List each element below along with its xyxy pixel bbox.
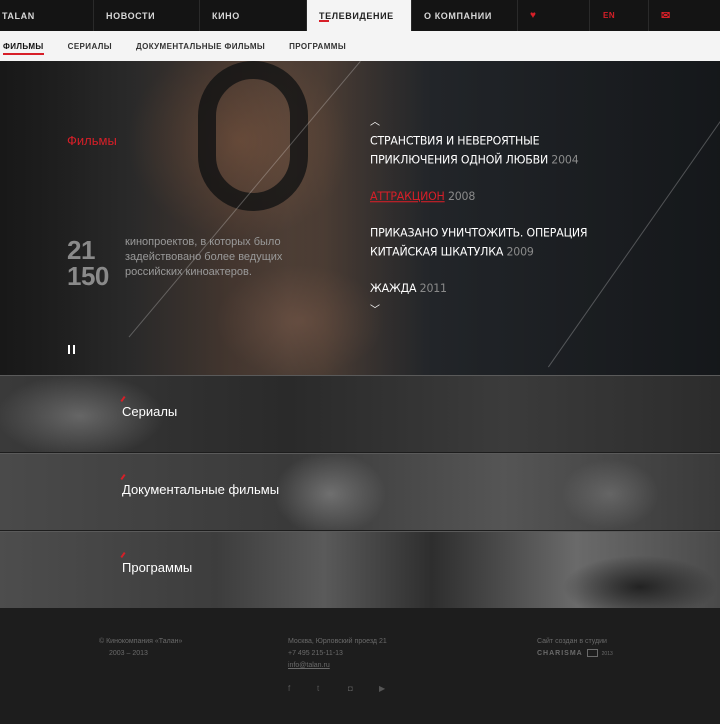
footer-contacts: Москва, Юрловский проезд 21 +7 495 215-1…: [288, 636, 387, 672]
film-list: СТРАНСТВИЯ И НЕВЕРОЯТНЫЕ ПРИКЛЮЧЕНИЯ ОДН…: [370, 133, 610, 317]
band-programs[interactable]: Программы: [0, 531, 720, 608]
logo[interactable]: TALAN: [0, 0, 94, 31]
tab-documentaries[interactable]: ДОКУМЕНТАЛЬНЫЕ ФИЛЬМЫ: [136, 42, 265, 51]
heart-icon: ♥: [530, 10, 537, 21]
scroll-down-icon[interactable]: ﹀: [370, 301, 380, 316]
address: Москва, Юрловский проезд 21: [288, 638, 387, 645]
band-background: [0, 454, 720, 530]
band-label: Программы: [122, 560, 193, 575]
section-title: Фильмы: [67, 133, 117, 148]
film-item[interactable]: ПРИКАЗАНО УНИЧТОЖИТЬ. ОПЕРАЦИЯ КИТАЙСКАЯ…: [370, 224, 610, 262]
top-navigation: TALAN НОВОСТИ КИНО ТЕЛЕВИДЕНИЕ О КОМПАНИ…: [0, 0, 720, 31]
language-switch[interactable]: EN: [590, 0, 649, 31]
footer-studio: Сайт создан в студии CHARISMA 2013: [537, 636, 613, 660]
band-background: [0, 376, 720, 452]
footer: © Кинокомпания «Талан» 2003 – 2013 Москв…: [0, 608, 720, 724]
stat-actors: 150: [67, 261, 109, 291]
film-item[interactable]: СТРАНСТВИЯ И НЕВЕРОЯТНЫЕ ПРИКЛЮЧЕНИЯ ОДН…: [370, 132, 610, 170]
band-label: Документальные фильмы: [122, 482, 280, 497]
footer-copyright: © Кинокомпания «Талан» 2003 – 2013: [99, 636, 182, 660]
copyright-text: © Кинокомпания «Талан»: [99, 638, 183, 645]
tab-programs[interactable]: ПРОГРАММЫ: [289, 42, 346, 51]
youtube-icon[interactable]: ▶: [379, 684, 385, 693]
tab-films[interactable]: ФИЛЬМЫ: [3, 42, 44, 55]
films-hero: Фильмы 21 150 кинопроектов, в которых бы…: [0, 61, 720, 375]
phone[interactable]: +7 495 215-11-13: [288, 648, 387, 660]
tab-series[interactable]: СЕРИАЛЫ: [68, 42, 112, 51]
sub-navigation: ФИЛЬМЫ СЕРИАЛЫ ДОКУМЕНТАЛЬНЫЕ ФИЛЬМЫ ПРО…: [0, 31, 720, 61]
nav-news[interactable]: НОВОСТИ: [94, 0, 200, 31]
nav-television-label: ТЕЛЕВИДЕНИЕ: [319, 10, 394, 21]
favorites-button[interactable]: ♥: [518, 0, 590, 31]
email-link[interactable]: info@talan.ru: [288, 660, 387, 672]
stats-numbers: 21 150: [67, 237, 109, 289]
contact-button[interactable]: ✉: [649, 0, 720, 31]
nav-kino[interactable]: КИНО: [200, 0, 307, 31]
band-series[interactable]: Сериалы: [0, 375, 720, 452]
scroll-up-icon[interactable]: ︿: [370, 113, 380, 128]
pause-icon[interactable]: [68, 345, 75, 354]
twitter-icon[interactable]: t: [317, 684, 319, 693]
band-documentaries[interactable]: Документальные фильмы: [0, 453, 720, 530]
studio-text: Сайт создан в студии: [537, 638, 607, 645]
instagram-icon[interactable]: ◘: [348, 684, 353, 693]
film-item[interactable]: АТТРАКЦИОН 2008: [370, 188, 610, 207]
facebook-icon[interactable]: f: [288, 684, 290, 693]
nav-television[interactable]: ТЕЛЕВИДЕНИЕ: [307, 0, 412, 31]
studio-link[interactable]: CHARISMA 2013: [537, 648, 613, 660]
studio-logo-icon: [586, 649, 598, 658]
film-item[interactable]: ЖАЖДА 2011: [370, 280, 610, 299]
copyright-years: 2003 – 2013: [109, 650, 148, 657]
hero-shade: [0, 61, 720, 375]
studio-name: CHARISMA: [537, 650, 583, 657]
mail-icon: ✉: [661, 10, 671, 22]
band-label: Сериалы: [122, 404, 178, 419]
nav-about[interactable]: О КОМПАНИИ: [412, 0, 518, 31]
band-background: [0, 532, 720, 608]
stats-description: кинопроектов, в которых было задействова…: [125, 236, 283, 278]
active-underline: [319, 20, 329, 22]
studio-year: 2013: [601, 651, 613, 657]
stat-projects: 21: [67, 235, 95, 265]
